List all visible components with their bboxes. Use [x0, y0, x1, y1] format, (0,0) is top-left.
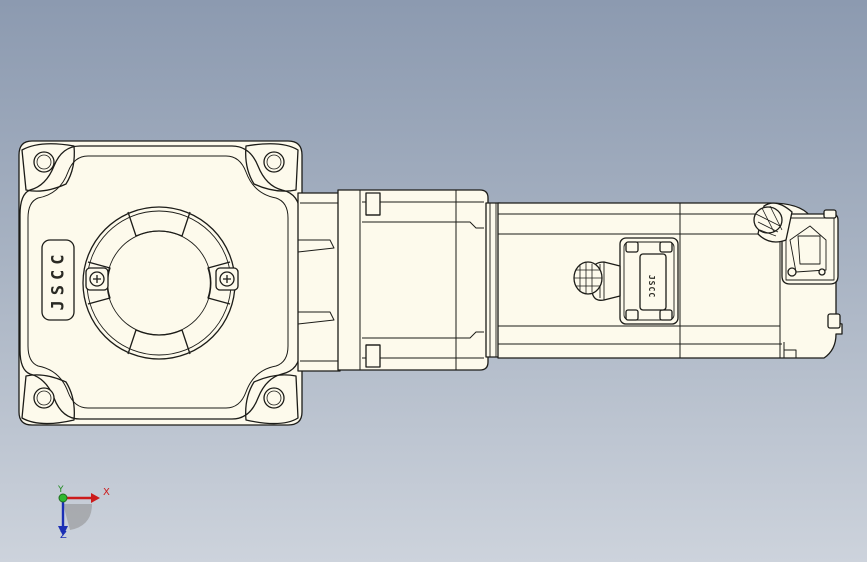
- orientation-triad[interactable]: [40, 480, 110, 550]
- stator-housing: [337, 189, 489, 371]
- connector-emboss: JSCC: [642, 258, 662, 314]
- cover-screw-left: [85, 267, 109, 291]
- axis-y-label: Y: [58, 485, 64, 495]
- brand-emboss: JSCC: [43, 240, 73, 320]
- connector-text: JSCC: [647, 274, 657, 298]
- brand-text: JSCC: [48, 249, 69, 311]
- axis-x-label: X: [103, 487, 110, 498]
- axis-z-label: Z: [60, 530, 67, 541]
- cover-screw-right: [215, 267, 239, 291]
- cad-viewport[interactable]: JSCC JSCC X Y Z: [0, 0, 867, 562]
- servo-motor-model[interactable]: [0, 0, 867, 562]
